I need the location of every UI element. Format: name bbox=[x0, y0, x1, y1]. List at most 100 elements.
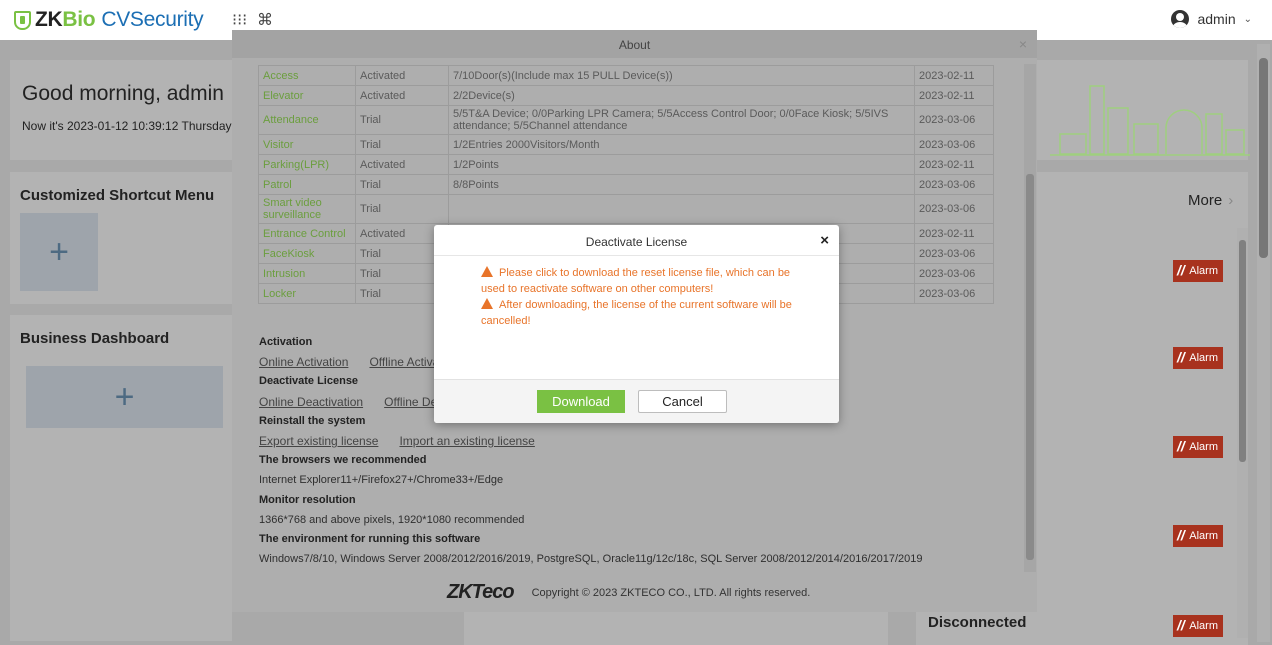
greeting-title: Good morning, admin bbox=[22, 82, 224, 105]
logo-zk: ZK bbox=[35, 8, 63, 31]
license-row: Smart video surveillance Trial 2023-03-06 bbox=[258, 194, 994, 224]
cancel-button[interactable]: Cancel bbox=[638, 390, 727, 413]
alarm-badge[interactable]: Alarm bbox=[1173, 347, 1223, 369]
about-scrollbar[interactable] bbox=[1024, 64, 1036, 572]
download-button[interactable]: Download bbox=[537, 390, 625, 413]
chevron-down-icon: ⌄ bbox=[1243, 13, 1252, 25]
license-description: 5/5T&A Device; 0/0Parking LPR Camera; 5/… bbox=[448, 105, 915, 135]
about-header: About × bbox=[232, 30, 1037, 58]
close-icon[interactable]: × bbox=[820, 232, 829, 249]
license-status: Trial bbox=[355, 194, 449, 224]
shield-logo-icon bbox=[14, 10, 31, 30]
import-license-link[interactable]: Import an existing license bbox=[399, 434, 534, 448]
business-dashboard-title: Business Dashboard bbox=[20, 330, 170, 347]
license-row: Attendance Trial 5/5T&A Device; 0/0Parking… bbox=[258, 105, 994, 135]
scrollbar-thumb[interactable] bbox=[1239, 240, 1246, 462]
expiry-date: 2023-02-11 bbox=[914, 154, 994, 175]
panel-scrollbar[interactable] bbox=[1237, 228, 1248, 638]
license-row: Patrol Trial 8/8Points 2023-03-06 bbox=[258, 174, 994, 195]
copyright-text: Copyright © 2023 ZKTECO CO., LTD. All ri… bbox=[531, 586, 811, 599]
license-status: Trial bbox=[355, 174, 449, 195]
resolution-text: 1366*768 and above pixels, 1920*1080 rec… bbox=[259, 514, 525, 526]
disconnected-label: Disconnected bbox=[928, 614, 1027, 631]
shortcut-menu-title: Customized Shortcut Menu bbox=[20, 187, 215, 204]
close-icon[interactable]: × bbox=[1019, 36, 1027, 52]
module-name: Smart video surveillance bbox=[258, 194, 356, 224]
alarm-badge[interactable]: Alarm bbox=[1173, 525, 1223, 547]
deactivate-heading: Deactivate License bbox=[259, 375, 359, 387]
module-name: FaceKiosk bbox=[258, 243, 356, 264]
module-name: Intrusion bbox=[258, 263, 356, 284]
user-name: admin bbox=[1197, 11, 1236, 27]
license-status: Activated bbox=[355, 85, 449, 106]
license-row: Visitor Trial 1/2Entries 2000Visitors/Mont… bbox=[258, 134, 994, 155]
resolution-heading: Monitor resolution bbox=[259, 494, 356, 506]
current-time: Now it's 2023-01-12 10:39:12 Thursday bbox=[22, 119, 232, 133]
warning-text-2: After downloading, the license of the cu… bbox=[481, 299, 792, 327]
license-description: 1/2Entries 2000Visitors/Month bbox=[448, 134, 915, 155]
expiry-date: 2023-03-06 bbox=[914, 263, 994, 284]
alarm-badge[interactable]: Alarm bbox=[1173, 436, 1223, 458]
license-description bbox=[448, 194, 915, 224]
more-link[interactable]: More › bbox=[1188, 192, 1233, 209]
logo-text: ZKBio CVSecurity bbox=[35, 8, 204, 32]
export-license-link[interactable]: Export existing license bbox=[259, 434, 378, 448]
user-menu[interactable]: admin ⌄ bbox=[1171, 10, 1252, 28]
activation-heading: Activation bbox=[259, 336, 313, 348]
license-status: Trial bbox=[355, 105, 449, 135]
expiry-date: 2023-02-11 bbox=[914, 85, 994, 106]
warning-icon bbox=[481, 298, 493, 309]
environment-heading: The environment for running this softwar… bbox=[259, 533, 481, 545]
app-logo[interactable]: ZKBio CVSecurity bbox=[14, 6, 204, 34]
deactivate-dialog-title: Deactivate License bbox=[585, 235, 688, 249]
expiry-date: 2023-02-11 bbox=[914, 223, 994, 244]
expiry-date: 2023-03-06 bbox=[914, 174, 994, 195]
business-dashboard-card bbox=[10, 315, 232, 641]
expiry-date: 2023-03-06 bbox=[914, 243, 994, 264]
add-shortcut-button[interactable]: + bbox=[20, 213, 98, 291]
license-row: Access Activated 7/10Door(s)(Include max 1… bbox=[258, 65, 994, 86]
logo-bio: Bio bbox=[62, 8, 96, 31]
warning-message-2: After downloading, the license of the cu… bbox=[481, 297, 801, 329]
license-row: Parking(LPR) Activated 1/2Points 2023-02-11 bbox=[258, 154, 994, 175]
city-skyline-illustration bbox=[1050, 85, 1250, 156]
grid-icon[interactable]: ⁝⁝⁝ bbox=[232, 10, 247, 30]
license-description: 2/2Device(s) bbox=[448, 85, 915, 106]
user-avatar-icon bbox=[1171, 10, 1190, 28]
expiry-date: 2023-03-06 bbox=[914, 134, 994, 155]
license-links: Export existing license Import an existi… bbox=[259, 434, 553, 448]
online-deactivation-link[interactable]: Online Deactivation bbox=[259, 395, 363, 409]
module-name: Parking(LPR) bbox=[258, 154, 356, 175]
module-name: Access bbox=[258, 65, 356, 86]
deactivate-license-dialog: Deactivate License × Please click to dow… bbox=[434, 225, 839, 423]
scrollbar-thumb[interactable] bbox=[1259, 58, 1268, 258]
copyright-footer: ZKTeco Copyright © 2023 ZKTECO CO., LTD.… bbox=[447, 581, 810, 604]
online-activation-link[interactable]: Online Activation bbox=[259, 355, 348, 369]
warning-icon bbox=[481, 266, 493, 277]
expiry-date: 2023-03-06 bbox=[914, 105, 994, 135]
license-status: Activated bbox=[355, 154, 449, 175]
alarm-badge[interactable]: Alarm bbox=[1173, 615, 1223, 637]
license-description: 1/2Points bbox=[448, 154, 915, 175]
license-row: Elevator Activated 2/2Device(s) 2023-02-11 bbox=[258, 85, 994, 106]
command-icon[interactable]: ⌘ bbox=[257, 10, 273, 30]
alarm-badge[interactable]: Alarm bbox=[1173, 260, 1223, 282]
reinstall-heading: Reinstall the system bbox=[259, 415, 366, 427]
middle-panel bbox=[464, 612, 888, 645]
module-name: Attendance bbox=[258, 105, 356, 135]
expiry-date: 2023-03-06 bbox=[914, 194, 994, 224]
expiry-date: 2023-03-06 bbox=[914, 283, 994, 304]
warning-text-1: Please click to download the reset licen… bbox=[481, 267, 791, 295]
license-description: 8/8Points bbox=[448, 174, 915, 195]
page-scrollbar[interactable] bbox=[1257, 44, 1270, 642]
scrollbar-thumb[interactable] bbox=[1026, 174, 1034, 560]
license-status: Trial bbox=[355, 134, 449, 155]
add-dashboard-button[interactable]: + bbox=[26, 366, 223, 428]
license-description: 7/10Door(s)(Include max 15 PULL Device(s… bbox=[448, 65, 915, 86]
plus-icon: + bbox=[114, 377, 135, 416]
deactivate-dialog-footer: Download Cancel bbox=[434, 379, 839, 423]
deactivate-dialog-body: Please click to download the reset licen… bbox=[434, 255, 839, 379]
module-name: Patrol bbox=[258, 174, 356, 195]
logo-product: CVSecurity bbox=[101, 8, 204, 31]
warning-message-1: Please click to download the reset licen… bbox=[481, 265, 801, 297]
